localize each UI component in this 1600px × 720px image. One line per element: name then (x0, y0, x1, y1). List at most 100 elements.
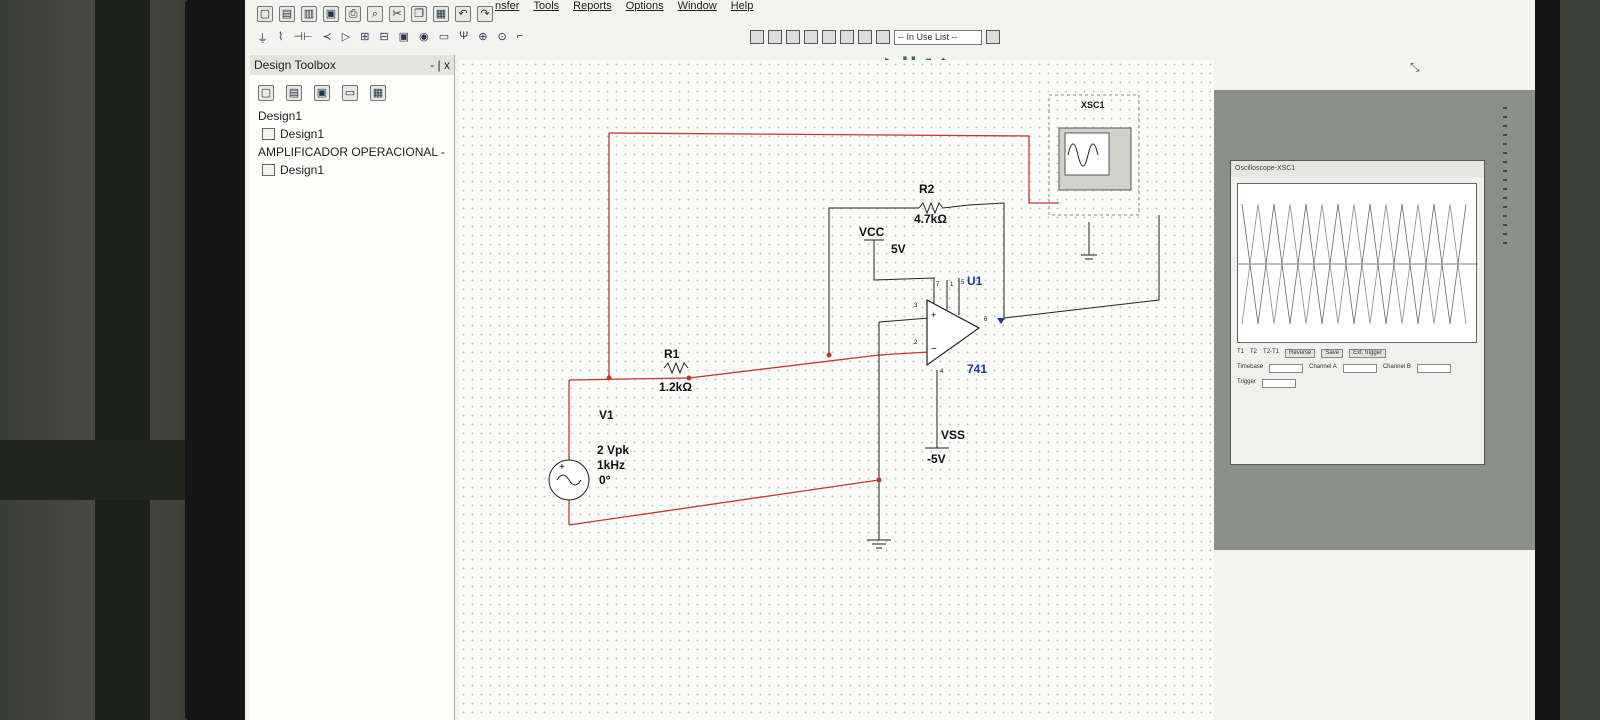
new-design-icon[interactable]: ▢ (258, 85, 274, 101)
new-file-icon[interactable]: ▢ (257, 6, 273, 22)
scope-reverse-button[interactable]: Reverse (1285, 349, 1316, 358)
wire-scope-a[interactable] (608, 132, 1059, 204)
grapher-icon[interactable] (822, 30, 836, 44)
schematic-drawing: + − + (548, 94, 1160, 549)
wire-noninverting[interactable] (878, 317, 930, 323)
save-design-icon[interactable]: ▣ (314, 85, 330, 101)
minus-sign: − (931, 344, 937, 355)
window-resize-icon[interactable]: ⤡ (1410, 60, 1420, 75)
wires (568, 132, 1059, 526)
electromech-component-icon[interactable]: ⊕ (478, 30, 487, 50)
pin-2-label: 2 (914, 340, 918, 346)
wire-ground-return[interactable] (568, 479, 880, 526)
misc-component-icon[interactable]: ▭ (439, 30, 449, 50)
oscilloscope-window[interactable]: Oscilloscope-XSC1 T1 T2 T2-T1 Reverse Sa… (1230, 160, 1485, 465)
paste-icon[interactable]: ▦ (433, 6, 449, 22)
pin-1-label: 1 (950, 282, 954, 288)
plus-sign: + (931, 310, 936, 320)
toggle-spreadsheet-icon[interactable] (786, 30, 800, 44)
diode-component-icon[interactable]: ⊣⊢ (293, 30, 312, 50)
trigger-level-field[interactable] (1261, 379, 1296, 388)
open-samples-icon[interactable]: ▥ (301, 6, 317, 22)
scope-waveform (1238, 203, 1478, 325)
tree-item-amplificador[interactable]: AMPLIFICADOR OPERACIONAL - (258, 143, 454, 161)
r1-name: R1 (664, 347, 680, 361)
source-component-icon[interactable]: ⏚ (257, 30, 268, 50)
tree-item-label: Design1 (280, 163, 325, 177)
output-pin-marker (997, 318, 1005, 324)
tree-item-label: Design1 (280, 127, 325, 141)
schematic-canvas[interactable]: + − + R1 1.2kΩ R2 4.7kΩ VCC 5V VSS -5V U… (459, 60, 1214, 720)
toggle-grid-icon[interactable] (750, 30, 764, 44)
r2-name: R2 (919, 182, 935, 196)
background-shelf (0, 440, 210, 500)
basic-component-icon[interactable]: ⌇ (278, 30, 283, 50)
database-icon[interactable] (876, 30, 890, 44)
postprocessor-icon[interactable] (840, 30, 854, 44)
junction-dot (826, 352, 832, 358)
pin-4-label: 4 (940, 369, 944, 375)
sheet-icon (262, 128, 275, 140)
scope-controls: T1 T2 T2-T1 Reverse Save Ext. trigger Ti… (1237, 349, 1477, 459)
cmos-component-icon[interactable]: ⊟ (379, 30, 388, 50)
row-label-t2: T2 (1250, 349, 1258, 355)
r1-value: 1.2kΩ (659, 380, 692, 394)
hierarchy-icon[interactable]: ▦ (370, 85, 386, 101)
undo-icon[interactable]: ↶ (455, 6, 471, 22)
resistor-r1-symbol[interactable] (663, 361, 689, 375)
wire-r1-to-inverting[interactable] (688, 351, 930, 379)
pin-3-label: 3 (914, 303, 918, 309)
redo-icon[interactable]: ↷ (477, 6, 493, 22)
trigger-label: Trigger (1237, 379, 1256, 385)
tree-item-design1-sheet[interactable]: Design1 (258, 125, 454, 143)
in-use-list-dropdown[interactable]: -- In Use List -- (894, 29, 982, 45)
transistor-component-icon[interactable]: ≺ (323, 30, 332, 50)
pin-6-label: 6 (984, 317, 988, 323)
wire-output-scope[interactable] (1003, 215, 1160, 319)
tree-item-design1-sub[interactable]: Design1 (258, 161, 454, 179)
close-design-icon[interactable]: ▭ (342, 85, 358, 101)
component-wizard-icon[interactable] (858, 30, 872, 44)
print-icon[interactable]: ⎙ (345, 6, 361, 22)
toolbox-title: Design Toolbox (254, 58, 336, 72)
toolbox-icon-row: ▢ ▤ ▣ ▭ ▦ (250, 75, 454, 107)
analog-component-icon[interactable]: ▷ (342, 30, 350, 50)
rf-component-icon[interactable]: Ψ (459, 30, 468, 50)
save-icon[interactable]: ▣ (323, 6, 339, 22)
junction-dot (876, 477, 882, 483)
channel-b-scale-field[interactable] (1416, 364, 1451, 373)
print-preview-icon[interactable]: ⌕ (367, 6, 383, 22)
tree-item-design1-root[interactable]: Design1 (258, 107, 454, 125)
background-pillar (95, 0, 150, 720)
toolbox-close-button[interactable]: - | x (430, 58, 450, 72)
vcc-value: 5V (891, 242, 906, 256)
channel-a-scale-field[interactable] (1342, 364, 1377, 373)
timebase-label: Timebase (1237, 364, 1264, 370)
mcu-component-icon[interactable]: ▣ (399, 30, 409, 50)
component-wires (828, 202, 1160, 549)
channel-a-label: Channel A (1309, 364, 1337, 370)
pin-5-label: 5 (961, 280, 965, 286)
cut-icon[interactable]: ✂ (389, 6, 405, 22)
ttl-component-icon[interactable]: ⊞ (360, 30, 369, 50)
bus-icon[interactable]: ⌐ (517, 30, 523, 50)
scope-ext-trigger-button[interactable]: Ext. trigger (1349, 349, 1387, 358)
source-phase: 0° (599, 473, 611, 487)
help-icon[interactable] (986, 30, 1000, 44)
vss-value: -5V (927, 452, 946, 466)
pin-7-label: 7 (936, 282, 940, 288)
source-name: V1 (599, 408, 614, 422)
probe-icon[interactable]: ⊙ (498, 30, 507, 50)
toggle-toolbox-icon[interactable] (768, 30, 782, 44)
opamp-name: U1 (967, 274, 983, 288)
row-label-t1: T1 (1237, 349, 1245, 355)
indicator-component-icon[interactable]: ◉ (419, 30, 429, 50)
timebase-scale-field[interactable] (1269, 364, 1304, 373)
wire-r2-right[interactable] (968, 202, 1005, 320)
copy-icon[interactable]: ❐ (411, 6, 427, 22)
monitor-screen: nsfer Tools Reports Options Window Help … (245, 0, 1535, 720)
open-design-icon[interactable]: ▤ (286, 85, 302, 101)
toggle-description-icon[interactable] (804, 30, 818, 44)
scope-save-button[interactable]: Save (1321, 349, 1344, 358)
open-folder-icon[interactable]: ▤ (279, 6, 295, 22)
